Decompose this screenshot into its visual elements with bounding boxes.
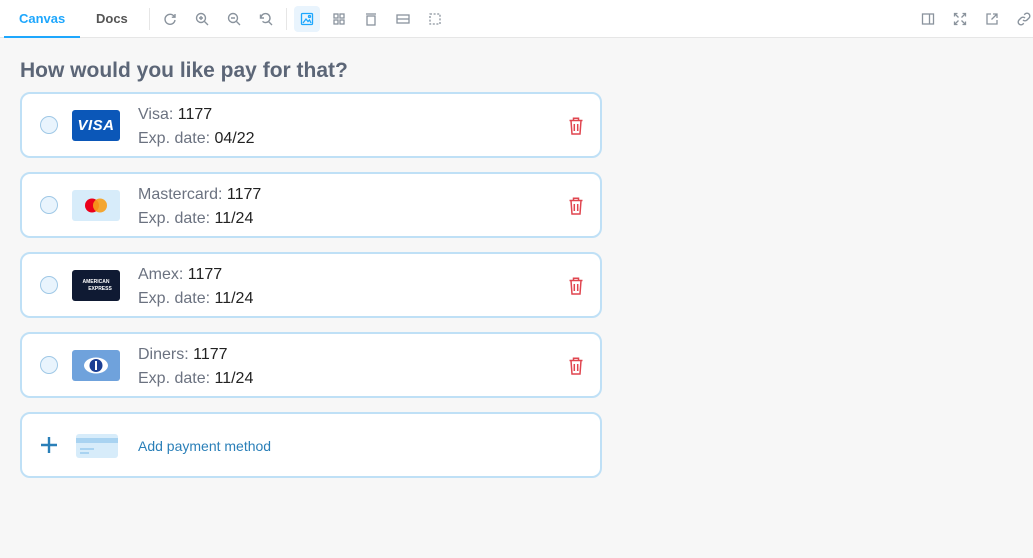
card-brand-label: Mastercard:: [138, 186, 223, 203]
exp-label: Exp. date:: [138, 130, 211, 147]
delete-icon[interactable]: [568, 196, 584, 216]
card-brand-label: Amex:: [138, 266, 184, 283]
outline-icon[interactable]: [422, 6, 448, 32]
mastercard-logo-icon: [72, 190, 120, 221]
select-radio[interactable]: [40, 196, 58, 214]
card-number: 1177: [193, 346, 228, 363]
card-exp-line: Exp. date: 11/24: [138, 290, 253, 308]
page-title: How would you like pay for that?: [20, 59, 348, 82]
card-exp-line: Exp. date: 04/22: [138, 130, 255, 148]
grid-icon[interactable]: [326, 6, 352, 32]
visa-logo-text: VISA: [77, 117, 115, 134]
tab-docs[interactable]: Docs: [96, 0, 128, 38]
background-icon[interactable]: [294, 6, 320, 32]
measure-icon[interactable]: [390, 6, 416, 32]
toolbar-divider: [286, 8, 287, 30]
viewport-icon[interactable]: [358, 6, 384, 32]
card-brand-label: Diners:: [138, 346, 189, 363]
select-radio[interactable]: [40, 276, 58, 294]
amex-logo-text-bottom: EXPRESS: [88, 286, 112, 292]
visa-logo-icon: VISA: [72, 110, 120, 141]
reload-icon[interactable]: [157, 6, 183, 32]
card-brand-label: Visa:: [138, 106, 174, 123]
exp-label: Exp. date:: [138, 290, 211, 307]
payment-card-visa[interactable]: VISA Visa: 1177 Exp. date: 04/22: [20, 92, 602, 158]
credit-card-icon: [76, 434, 118, 458]
add-payment-method-card[interactable]: Add payment method: [20, 412, 602, 478]
link-icon[interactable]: [1011, 6, 1033, 32]
plus-icon[interactable]: [38, 434, 60, 456]
exp-label: Exp. date:: [138, 210, 211, 227]
delete-icon[interactable]: [568, 116, 584, 136]
exp-label: Exp. date:: [138, 370, 211, 387]
zoom-out-icon[interactable]: [221, 6, 247, 32]
toolbar: Canvas Docs: [0, 0, 1033, 38]
fullscreen-icon[interactable]: [947, 6, 973, 32]
sidebar-icon[interactable]: [915, 6, 941, 32]
card-exp-line: Exp. date: 11/24: [138, 210, 253, 228]
card-brand-line: Diners: 1177: [138, 346, 228, 364]
amex-logo-icon: AMERICAN EXPRESS: [72, 270, 120, 301]
zoom-reset-icon[interactable]: [253, 6, 279, 32]
card-brand-line: Mastercard: 1177: [138, 186, 261, 204]
exp-date: 11/24: [214, 210, 254, 227]
toolbar-divider: [149, 8, 150, 30]
card-number: 1177: [177, 106, 213, 123]
add-payment-method-link[interactable]: Add payment method: [138, 438, 271, 454]
open-new-tab-icon[interactable]: [979, 6, 1005, 32]
card-exp-line: Exp. date: 11/24: [138, 370, 253, 388]
tab-canvas[interactable]: Canvas: [3, 0, 81, 38]
amex-logo-text-top: AMERICAN: [82, 279, 110, 285]
select-radio[interactable]: [40, 116, 58, 134]
diners-logo-icon: [72, 350, 120, 381]
select-radio[interactable]: [40, 356, 58, 374]
card-number: 1177: [226, 186, 262, 203]
delete-icon[interactable]: [568, 276, 584, 296]
card-brand-line: Amex: 1177: [138, 266, 222, 284]
zoom-in-icon[interactable]: [189, 6, 215, 32]
card-number: 1177: [187, 266, 223, 283]
payment-card-amex[interactable]: AMERICAN EXPRESS Amex: 1177 Exp. date: 1…: [20, 252, 602, 318]
exp-date: 11/24: [214, 290, 254, 307]
delete-icon[interactable]: [568, 356, 584, 376]
card-brand-line: Visa: 1177: [138, 106, 212, 124]
exp-date: 04/22: [214, 130, 255, 147]
payment-card-mastercard[interactable]: Mastercard: 1177 Exp. date: 11/24: [20, 172, 602, 238]
payment-card-diners[interactable]: Diners: 1177 Exp. date: 11/24: [20, 332, 602, 398]
exp-date: 11/24: [214, 370, 254, 387]
